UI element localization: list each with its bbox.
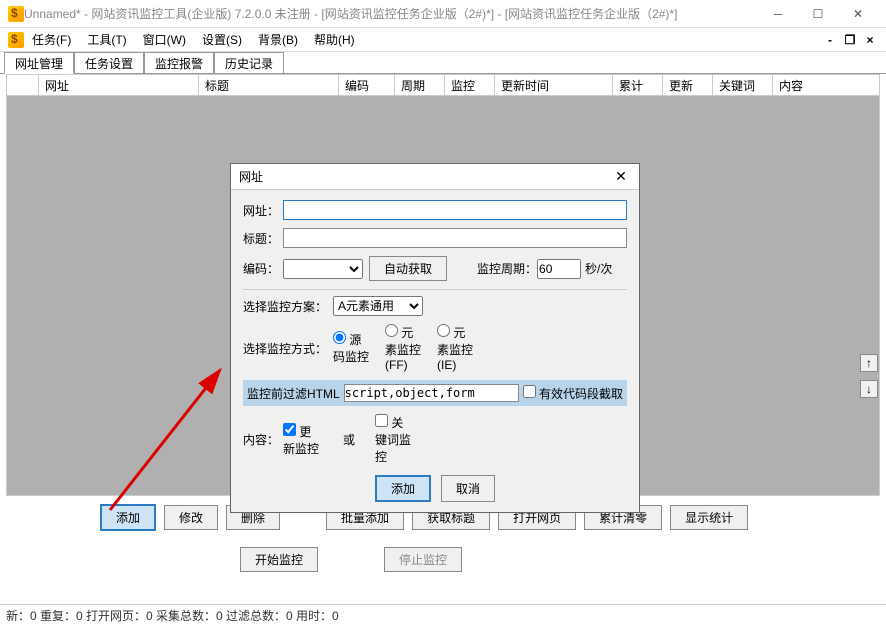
mdi-restore-icon[interactable]: ❐ <box>842 32 858 48</box>
th-update[interactable]: 更新 <box>663 75 713 95</box>
tab-history[interactable]: 历史记录 <box>214 52 284 73</box>
scheme-label: 选择监控方案： <box>243 298 333 315</box>
th-keyword[interactable]: 关键词 <box>713 75 773 95</box>
url-label: 网址： <box>243 202 283 219</box>
th-blank[interactable] <box>7 75 39 95</box>
tab-task-settings[interactable]: 任务设置 <box>74 52 144 73</box>
period-label: 监控周期： <box>477 260 537 277</box>
show-stats-button[interactable]: 显示统计 <box>670 505 748 530</box>
mdi-close-icon[interactable]: × <box>862 32 878 48</box>
statusbar: 新：0 重复：0 打开网页：0 采集总数：0 过滤总数：0 用时：0 <box>0 604 886 624</box>
auto-get-button[interactable]: 自动获取 <box>369 256 447 281</box>
add-button[interactable]: 添加 <box>100 504 156 531</box>
method-ie-radio[interactable] <box>437 324 450 337</box>
update-monitor[interactable]: 更新监控 <box>283 423 323 457</box>
tabs: 网址管理 任务设置 监控报警 历史记录 <box>0 52 886 74</box>
valid-snippet[interactable]: 有效代码段截取 <box>523 385 623 402</box>
update-monitor-checkbox[interactable] <box>283 423 296 436</box>
menubar: 任务(F) 工具(T) 窗口(W) 设置(S) 背景(B) 帮助(H) - ❐ … <box>0 28 886 52</box>
th-url[interactable]: 网址 <box>39 75 199 95</box>
tab-monitor-alert[interactable]: 监控报警 <box>144 52 214 73</box>
encoding-label: 编码： <box>243 260 283 277</box>
valid-snippet-checkbox[interactable] <box>523 385 536 398</box>
th-encoding[interactable]: 编码 <box>339 75 395 95</box>
th-monitor[interactable]: 监控 <box>445 75 495 95</box>
dialog-cancel-button[interactable]: 取消 <box>441 475 495 502</box>
menu-background[interactable]: 背景(B) <box>250 31 306 48</box>
dialog-titlebar: 网址 ✕ <box>231 164 639 190</box>
scroll-buttons: ↑ ↓ <box>860 354 878 398</box>
mdi-minimize-icon[interactable]: - <box>822 32 838 48</box>
keyword-monitor[interactable]: 关键词监控 <box>375 414 415 465</box>
title-label: 标题： <box>243 230 283 247</box>
tab-url-manage[interactable]: 网址管理 <box>4 52 74 74</box>
app-icon-small <box>8 32 24 48</box>
stop-monitor-button[interactable]: 停止监控 <box>384 547 462 572</box>
th-title[interactable]: 标题 <box>199 75 339 95</box>
period-input[interactable] <box>537 259 581 279</box>
th-total[interactable]: 累计 <box>613 75 663 95</box>
scroll-down-icon[interactable]: ↓ <box>860 380 878 398</box>
menu-settings[interactable]: 设置(S) <box>194 31 250 48</box>
method-ie[interactable]: 元素监控(IE) <box>437 324 477 372</box>
filter-label: 监控前过滤HTML <box>247 385 340 402</box>
method-source-radio[interactable] <box>333 331 346 344</box>
close-button[interactable]: ✕ <box>838 0 878 28</box>
menu-window[interactable]: 窗口(W) <box>135 31 194 48</box>
title-input[interactable] <box>283 228 627 248</box>
start-monitor-button[interactable]: 开始监控 <box>240 547 318 572</box>
method-ff-radio[interactable] <box>385 324 398 337</box>
titlebar: Unnamed* - 网站资讯监控工具(企业版) 7.2.0.0 未注册 - [… <box>0 0 886 28</box>
filter-bar: 监控前过滤HTML 有效代码段截取 <box>243 380 627 406</box>
filter-input[interactable] <box>344 384 519 402</box>
add-url-dialog: 网址 ✕ 网址： 标题： 编码： 自动获取 监控周期： 秒/次 选择监控方案： … <box>230 163 640 513</box>
edit-button[interactable]: 修改 <box>164 505 218 530</box>
maximize-button[interactable]: ☐ <box>798 0 838 28</box>
method-source[interactable]: 源码监控 <box>333 331 373 365</box>
url-input[interactable] <box>283 200 627 220</box>
button-row-2: 开始监控 停止监控 <box>0 539 886 580</box>
content-label: 内容： <box>243 431 283 448</box>
keyword-monitor-checkbox[interactable] <box>375 414 388 427</box>
table-header: 网址 标题 编码 周期 监控 更新时间 累计 更新 关键词 内容 <box>6 74 880 96</box>
window-title: Unnamed* - 网站资讯监控工具(企业版) 7.2.0.0 未注册 - [… <box>24 5 758 22</box>
th-content[interactable]: 内容 <box>773 75 823 95</box>
dialog-title: 网址 <box>239 168 611 185</box>
dialog-add-button[interactable]: 添加 <box>375 475 431 502</box>
menu-help[interactable]: 帮助(H) <box>306 31 363 48</box>
dialog-close-icon[interactable]: ✕ <box>611 167 631 187</box>
period-unit: 秒/次 <box>585 260 612 277</box>
method-ff[interactable]: 元素监控(FF) <box>385 324 425 372</box>
app-icon <box>8 6 24 22</box>
or-label: 或 <box>343 431 355 448</box>
minimize-button[interactable]: ─ <box>758 0 798 28</box>
menu-tools[interactable]: 工具(T) <box>79 31 134 48</box>
th-update-time[interactable]: 更新时间 <box>495 75 613 95</box>
scroll-up-icon[interactable]: ↑ <box>860 354 878 372</box>
scheme-select[interactable]: A元素通用 <box>333 296 423 316</box>
encoding-select[interactable] <box>283 259 363 279</box>
method-label: 选择监控方式： <box>243 340 333 357</box>
menu-task[interactable]: 任务(F) <box>24 31 79 48</box>
th-period[interactable]: 周期 <box>395 75 445 95</box>
